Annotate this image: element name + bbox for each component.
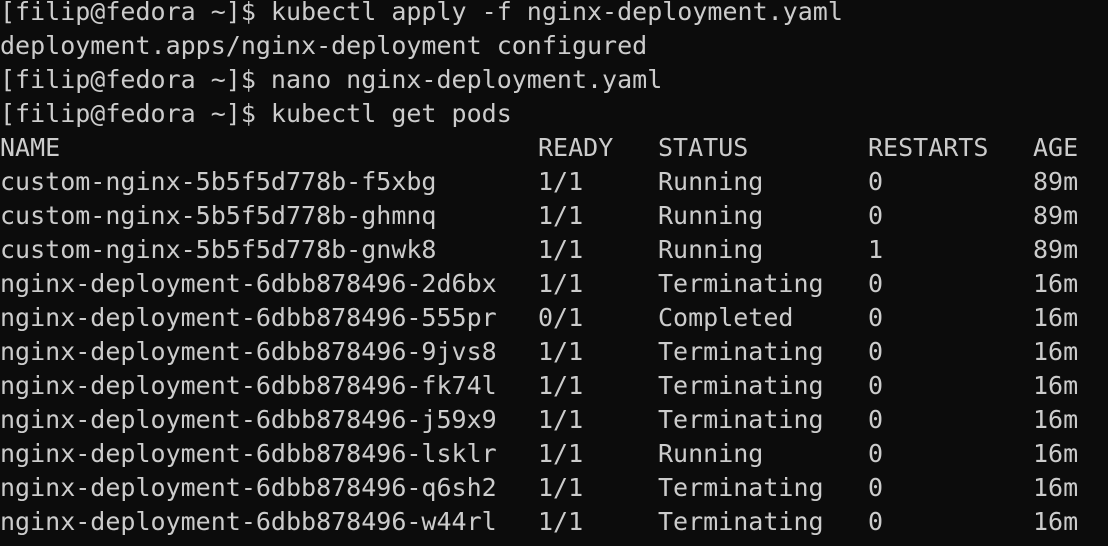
column-header-name: NAME [0, 133, 61, 162]
pod-row: custom-nginx-5b5f5d778b-gnwk8 1/1 Runnin… [0, 233, 1078, 267]
pod-ready: 1/1 [538, 337, 584, 366]
pod-name: custom-nginx-5b5f5d778b-f5xbg [0, 167, 437, 196]
pod-name: nginx-deployment-6dbb878496-j59x9 [0, 405, 497, 434]
pod-age: 16m [1033, 507, 1079, 536]
pod-row: nginx-deployment-6dbb878496-q6sh2 1/1 Te… [0, 471, 1078, 505]
pod-ready: 1/1 [538, 235, 584, 264]
pod-age: 16m [1033, 303, 1079, 332]
pod-status: Terminating [658, 371, 824, 400]
pod-name: nginx-deployment-6dbb878496-lsklr [0, 439, 497, 468]
pod-name: custom-nginx-5b5f5d778b-gnwk8 [0, 235, 437, 264]
pod-row: nginx-deployment-6dbb878496-fk74l 1/1 Te… [0, 369, 1078, 403]
pod-restarts: 0 [868, 405, 884, 434]
pod-row: nginx-deployment-6dbb878496-lsklr 1/1 Ru… [0, 437, 1078, 471]
pod-status: Running [658, 167, 764, 196]
pod-restarts: 0 [868, 371, 884, 400]
terminal-window[interactable]: [filip@fedora ~]$ kubectl apply -f nginx… [0, 0, 1108, 546]
pod-status: Terminating [658, 405, 824, 434]
pod-name: nginx-deployment-6dbb878496-w44rl [0, 507, 497, 536]
pod-ready: 1/1 [538, 473, 584, 502]
pod-restarts: 0 [868, 303, 884, 332]
pod-restarts: 0 [868, 201, 884, 230]
pod-status: Terminating [658, 269, 824, 298]
pod-name: nginx-deployment-6dbb878496-fk74l [0, 371, 497, 400]
pod-status: Terminating [658, 507, 824, 536]
pod-row: nginx-deployment-6dbb878496-9jvs8 1/1 Te… [0, 335, 1078, 369]
pod-ready: 1/1 [538, 507, 584, 536]
pods-table-header: NAME READY STATUS RESTARTS AGE [0, 131, 1078, 165]
pod-row: nginx-deployment-6dbb878496-j59x9 1/1 Te… [0, 403, 1078, 437]
pod-name: nginx-deployment-6dbb878496-555pr [0, 303, 497, 332]
pod-restarts: 0 [868, 473, 884, 502]
pod-ready: 1/1 [538, 439, 584, 468]
pod-row: nginx-deployment-6dbb878496-555pr 0/1 Co… [0, 301, 1078, 335]
pod-age: 16m [1033, 439, 1079, 468]
pod-name: nginx-deployment-6dbb878496-9jvs8 [0, 337, 497, 366]
pod-age: 16m [1033, 405, 1079, 434]
pod-ready: 1/1 [538, 371, 584, 400]
pod-row: nginx-deployment-6dbb878496-2d6bx 1/1 Te… [0, 267, 1078, 301]
pod-ready: 1/1 [538, 167, 584, 196]
pod-status: Running [658, 201, 764, 230]
output-line-deployment-configured: deployment.apps/nginx-deployment configu… [0, 31, 648, 60]
column-header-ready: READY [538, 133, 614, 162]
prompt-line-kubectl-get-pods: [filip@fedora ~]$ kubectl get pods [0, 99, 512, 128]
pod-status: Terminating [658, 337, 824, 366]
pod-age: 16m [1033, 337, 1079, 366]
pod-name: nginx-deployment-6dbb878496-q6sh2 [0, 473, 497, 502]
pod-age: 89m [1033, 201, 1079, 230]
pod-row: custom-nginx-5b5f5d778b-ghmnq 1/1 Runnin… [0, 199, 1078, 233]
column-header-age: AGE [1033, 133, 1079, 162]
pod-ready: 1/1 [538, 269, 584, 298]
pod-restarts: 0 [868, 269, 884, 298]
pod-status: Running [658, 235, 764, 264]
pod-restarts: 0 [868, 337, 884, 366]
pod-status: Terminating [658, 473, 824, 502]
column-header-restarts: RESTARTS [868, 133, 989, 162]
pod-restarts: 0 [868, 507, 884, 536]
pod-age: 89m [1033, 235, 1079, 264]
terminal-output: [filip@fedora ~]$ kubectl apply -f nginx… [0, 0, 1078, 539]
pod-age: 89m [1033, 167, 1079, 196]
pod-ready: 1/1 [538, 405, 584, 434]
pod-status: Completed [658, 303, 794, 332]
column-header-status: STATUS [658, 133, 749, 162]
pod-age: 16m [1033, 269, 1079, 298]
pod-row: nginx-deployment-6dbb878496-w44rl 1/1 Te… [0, 505, 1078, 539]
prompt-line-nano: [filip@fedora ~]$ nano nginx-deployment.… [0, 65, 663, 94]
pod-restarts: 0 [868, 167, 884, 196]
pod-age: 16m [1033, 473, 1079, 502]
pod-ready: 1/1 [538, 201, 584, 230]
pod-status: Running [658, 439, 764, 468]
pod-restarts: 0 [868, 439, 884, 468]
pod-ready: 0/1 [538, 303, 584, 332]
pod-age: 16m [1033, 371, 1079, 400]
prompt-line-kubectl-apply: [filip@fedora ~]$ kubectl apply -f nginx… [0, 0, 843, 26]
pod-row: custom-nginx-5b5f5d778b-f5xbg 1/1 Runnin… [0, 165, 1078, 199]
pod-name: custom-nginx-5b5f5d778b-ghmnq [0, 201, 437, 230]
pod-restarts: 1 [868, 235, 884, 264]
pod-name: nginx-deployment-6dbb878496-2d6bx [0, 269, 497, 298]
